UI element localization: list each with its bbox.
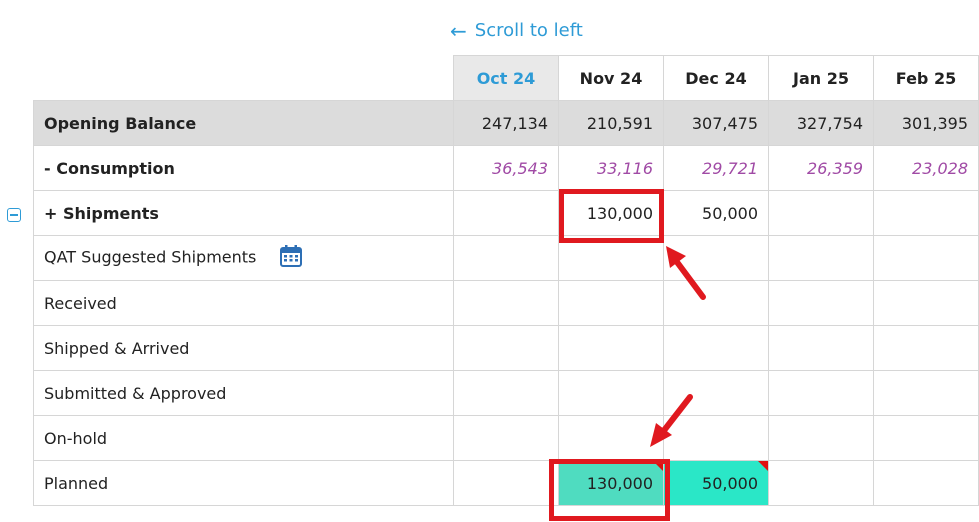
- empty-cell[interactable]: [453, 235, 559, 281]
- month-header-dec-24[interactable]: Dec 24: [663, 55, 769, 101]
- planned-cell[interactable]: [768, 460, 874, 506]
- shipments-cell[interactable]: [768, 190, 874, 236]
- on-hold-row: On-hold: [33, 415, 979, 461]
- opening-balance-cell[interactable]: 247,134: [453, 100, 559, 146]
- received-label: Received: [33, 280, 454, 326]
- planned-value: 50,000: [702, 473, 758, 493]
- empty-cell[interactable]: [663, 415, 769, 461]
- submitted-approved-label: Submitted & Approved: [33, 370, 454, 416]
- month-header-row: Oct 24 Nov 24 Dec 24 Jan 25 Feb 25: [33, 55, 979, 101]
- opening-balance-cell[interactable]: 327,754: [768, 100, 874, 146]
- month-header-oct-24[interactable]: Oct 24: [453, 55, 559, 101]
- opening-balance-cell[interactable]: 210,591: [558, 100, 664, 146]
- qat-suggested-label-cell: QAT Suggested Shipments: [33, 235, 454, 281]
- received-row: Received: [33, 280, 979, 326]
- empty-cell[interactable]: [453, 280, 559, 326]
- on-hold-label: On-hold: [33, 415, 454, 461]
- month-header-nov-24[interactable]: Nov 24: [558, 55, 664, 101]
- empty-cell[interactable]: [873, 280, 979, 326]
- planned-cell[interactable]: [453, 460, 559, 506]
- empty-cell[interactable]: [768, 280, 874, 326]
- empty-cell[interactable]: [453, 415, 559, 461]
- planned-cell-nov-24[interactable]: 130,000: [558, 460, 664, 506]
- empty-cell[interactable]: [873, 325, 979, 371]
- supply-plan-table: Oct 24 Nov 24 Dec 24 Jan 25 Feb 25 Openi…: [33, 55, 979, 506]
- empty-cell[interactable]: [453, 325, 559, 371]
- month-header-jan-25[interactable]: Jan 25: [768, 55, 874, 101]
- shipments-row: + Shipments 130,000 50,000: [33, 190, 979, 236]
- month-header-feb-25[interactable]: Feb 25: [873, 55, 979, 101]
- consumption-cell[interactable]: 33,116: [558, 145, 664, 191]
- opening-balance-label: Opening Balance: [33, 100, 454, 146]
- consumption-row: - Consumption 36,543 33,116 29,721 26,35…: [33, 145, 979, 191]
- consumption-cell[interactable]: 29,721: [663, 145, 769, 191]
- empty-cell[interactable]: [558, 235, 664, 281]
- shipments-cell[interactable]: [453, 190, 559, 236]
- empty-cell[interactable]: [558, 415, 664, 461]
- scroll-to-left-link[interactable]: ← Scroll to left: [450, 20, 583, 41]
- empty-cell[interactable]: [558, 325, 664, 371]
- empty-cell[interactable]: [453, 370, 559, 416]
- consumption-cell[interactable]: 26,359: [768, 145, 874, 191]
- left-arrow-icon: ←: [450, 18, 467, 43]
- qat-suggested-row: QAT Suggested Shipments: [33, 235, 979, 281]
- opening-balance-cell[interactable]: 301,395: [873, 100, 979, 146]
- empty-cell[interactable]: [663, 280, 769, 326]
- empty-cell[interactable]: [663, 370, 769, 416]
- shipments-cell[interactable]: 130,000: [558, 190, 664, 236]
- empty-cell[interactable]: [768, 415, 874, 461]
- empty-cell[interactable]: [873, 235, 979, 281]
- planned-cell[interactable]: [873, 460, 979, 506]
- collapse-minus-icon[interactable]: [7, 208, 21, 222]
- planned-row: Planned 130,000 50,000: [33, 460, 979, 506]
- shipped-arrived-row: Shipped & Arrived: [33, 325, 979, 371]
- submitted-approved-row: Submitted & Approved: [33, 370, 979, 416]
- scroll-to-left-label: Scroll to left: [474, 20, 583, 41]
- consumption-cell[interactable]: 23,028: [873, 145, 979, 191]
- shipped-arrived-label: Shipped & Arrived: [33, 325, 454, 371]
- empty-cell[interactable]: [768, 325, 874, 371]
- planned-value: 130,000: [586, 473, 653, 493]
- empty-cell[interactable]: [558, 370, 664, 416]
- shipments-label[interactable]: + Shipments: [33, 190, 454, 236]
- empty-cell[interactable]: [768, 235, 874, 281]
- header-blank-cell: [33, 55, 454, 101]
- empty-cell[interactable]: [558, 280, 664, 326]
- empty-cell[interactable]: [873, 415, 979, 461]
- planned-label: Planned: [33, 460, 454, 506]
- empty-cell[interactable]: [768, 370, 874, 416]
- empty-cell[interactable]: [663, 235, 769, 281]
- empty-cell[interactable]: [873, 370, 979, 416]
- comment-flag-icon: [653, 461, 663, 471]
- comment-flag-icon: [758, 461, 768, 471]
- planned-cell-dec-24[interactable]: 50,000: [663, 460, 769, 506]
- consumption-label: - Consumption: [33, 145, 454, 191]
- empty-cell[interactable]: [663, 325, 769, 371]
- shipments-cell[interactable]: [873, 190, 979, 236]
- opening-balance-cell[interactable]: 307,475: [663, 100, 769, 146]
- qat-suggested-label: QAT Suggested Shipments: [44, 247, 257, 267]
- opening-balance-row: Opening Balance 247,134 210,591 307,475 …: [33, 100, 979, 146]
- calendar-icon[interactable]: [279, 244, 303, 272]
- shipments-cell[interactable]: 50,000: [663, 190, 769, 236]
- consumption-cell[interactable]: 36,543: [453, 145, 559, 191]
